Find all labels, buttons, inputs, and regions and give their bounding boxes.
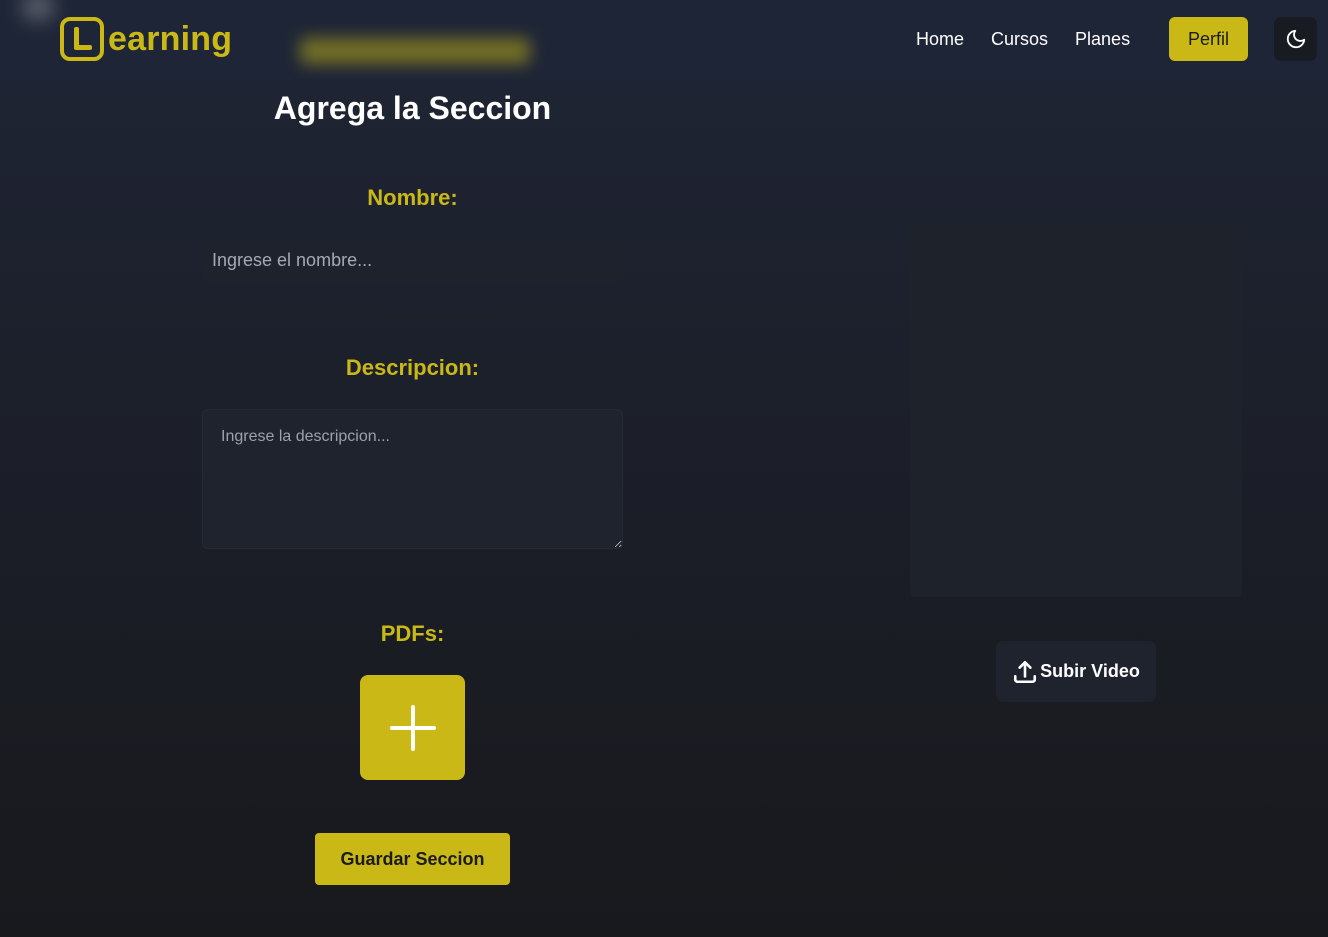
navbar: earning Home Cursos Planes Perfil [0, 0, 1328, 79]
logo-text: earning [108, 20, 233, 58]
pdfs-label: PDFs: [380, 621, 445, 646]
nav-links: Home Cursos Planes [916, 17, 1157, 61]
profile-button[interactable]: Perfil [1169, 17, 1248, 61]
name-label: Nombre: [367, 185, 458, 210]
blurred-nav-element [300, 38, 530, 64]
theme-toggle-button[interactable] [1274, 17, 1317, 61]
name-input[interactable] [202, 238, 623, 283]
moon-icon [1286, 29, 1305, 49]
upload-icon [1014, 660, 1037, 683]
description-label: Descripcion: [345, 355, 480, 380]
nav-link-home[interactable]: Home [916, 29, 964, 50]
add-pdf-button[interactable] [360, 675, 465, 780]
logo[interactable]: earning [60, 17, 232, 61]
upload-video-button[interactable]: Subir Video [996, 641, 1156, 702]
page-title: Agrega la Seccion [273, 90, 552, 126]
decorative-glow [22, 0, 54, 20]
video-preview-area [910, 222, 1242, 597]
save-section-button[interactable]: Guardar Seccion [315, 833, 510, 885]
logo-letter-l-icon [60, 17, 104, 61]
upload-video-label: Subir Video [1040, 661, 1140, 681]
nav-link-cursos[interactable]: Cursos [991, 29, 1048, 50]
nav-link-planes[interactable]: Planes [1075, 29, 1130, 50]
plus-icon [389, 704, 436, 751]
description-textarea[interactable] [202, 409, 623, 549]
